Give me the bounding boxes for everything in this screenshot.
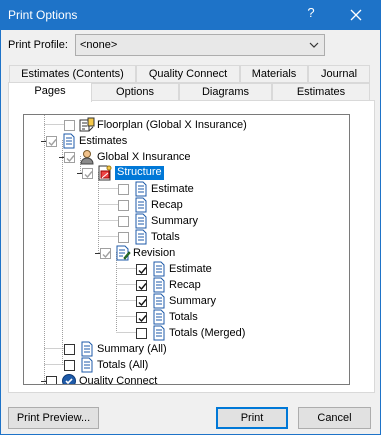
pages-tree[interactable]: Floorplan (Global X Insurance) Estimates (23, 114, 350, 385)
vertical-scrollbar[interactable] (349, 116, 350, 385)
checkbox[interactable] (118, 232, 129, 243)
print-profile-label: Print Profile: (8, 39, 68, 51)
print-profile-dropdown[interactable]: <none> (75, 34, 325, 56)
checkbox[interactable] (46, 136, 57, 147)
window-title: Print Options (8, 8, 78, 22)
print-profile-value: <none> (80, 39, 118, 51)
document-icon (135, 229, 147, 245)
document-icon (153, 261, 165, 277)
checkbox[interactable] (64, 360, 75, 371)
help-button[interactable]: ? (301, 5, 321, 20)
checkbox[interactable] (46, 376, 57, 384)
tree-item-label: Totals (151, 231, 180, 243)
pages-tab-panel: Floorplan (Global X Insurance) Estimates (8, 100, 375, 393)
revision-icon (116, 245, 131, 261)
chevron-down-icon (309, 42, 319, 48)
print-preview-button[interactable]: Print Preview... (8, 407, 99, 429)
close-icon (350, 9, 362, 21)
print-options-dialog: Print Options ? Print Profile: <none> Es… (0, 0, 381, 435)
tree-item-label: Floorplan (Global X Insurance) (97, 119, 247, 131)
checkbox[interactable] (82, 168, 93, 179)
person-icon (80, 150, 94, 165)
document-icon (135, 213, 147, 229)
tree-item-label: Recap (169, 279, 201, 291)
tree-item-label: Summary (151, 215, 199, 227)
checkbox[interactable] (136, 296, 147, 307)
floorplan-icon (79, 117, 95, 132)
cancel-button[interactable]: Cancel (298, 407, 371, 429)
tree-item-label: Structure (115, 166, 164, 180)
document-icon (135, 197, 147, 213)
tree-item-label: Quality Connect (79, 375, 158, 385)
tree-item-label: Estimate (169, 263, 212, 275)
tree-item-label: Estimates (79, 135, 128, 147)
tree-item-label: Totals (All) (97, 359, 149, 371)
document-icon (153, 325, 165, 341)
tree-item-label: Summary (All) (97, 343, 167, 355)
tab-estimates[interactable]: Estimates (272, 83, 370, 101)
tree-item-label: Totals (169, 311, 198, 323)
checkbox[interactable] (100, 248, 111, 259)
title-bar: Print Options ? (1, 1, 380, 30)
checkbox[interactable] (64, 152, 75, 163)
tree-item-label: Recap (151, 199, 183, 211)
document-icon (153, 293, 165, 309)
checkbox[interactable] (64, 120, 75, 131)
document-icon (81, 341, 93, 357)
checkbox[interactable] (118, 200, 129, 211)
checkbox[interactable] (64, 344, 75, 355)
tree-item-label: Global X Insurance (97, 151, 191, 163)
structure-icon (98, 165, 112, 181)
checkbox[interactable] (118, 184, 129, 195)
close-button[interactable] (343, 3, 369, 27)
tab-pages[interactable]: Pages (8, 82, 92, 102)
tree-item-label: Totals (Merged) (169, 327, 246, 339)
tab-estimates-contents[interactable]: Estimates (Contents) (9, 65, 136, 83)
tab-quality-connect[interactable]: Quality Connect (136, 65, 240, 83)
document-icon (153, 277, 165, 293)
checkbox[interactable] (118, 216, 129, 227)
document-icon (81, 357, 93, 373)
document-icon (153, 309, 165, 325)
checkbox[interactable] (136, 328, 147, 339)
checkbox[interactable] (136, 280, 147, 291)
tab-journal[interactable]: Journal (308, 65, 370, 83)
print-button[interactable]: Print (216, 407, 288, 429)
tab-materials[interactable]: Materials (240, 65, 308, 83)
tab-options[interactable]: Options (91, 83, 179, 101)
quality-connect-icon (62, 374, 76, 384)
tree-item-label: Estimate (151, 183, 194, 195)
checkbox[interactable] (136, 312, 147, 323)
tree-item-label: Revision (133, 247, 176, 259)
document-icon (135, 181, 147, 197)
document-icon (63, 133, 75, 149)
tab-diagrams[interactable]: Diagrams (179, 83, 272, 101)
checkbox[interactable] (136, 264, 147, 275)
tree-item-label: Summary (169, 295, 217, 307)
